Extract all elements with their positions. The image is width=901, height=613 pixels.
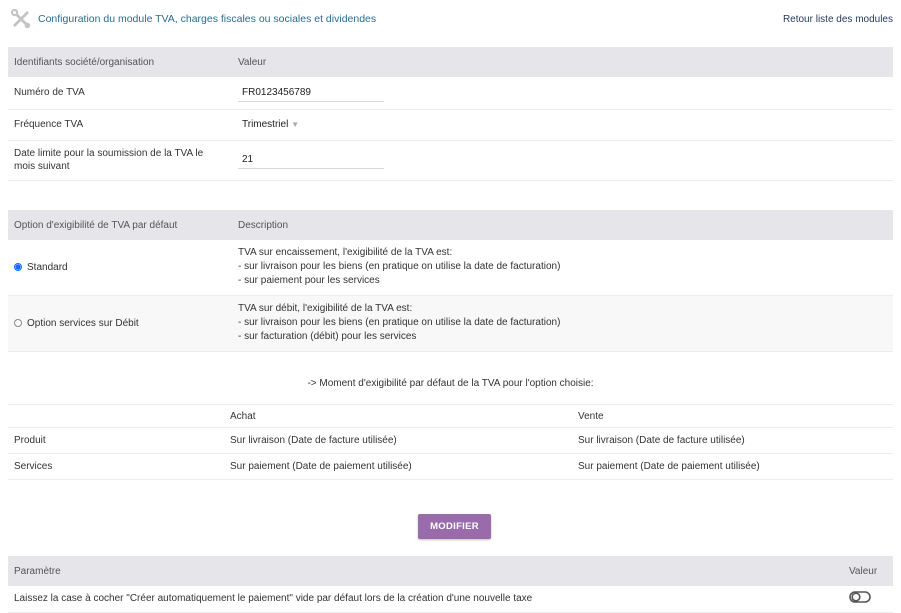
cell-vente: Sur paiement (Date de paiement utilisée) xyxy=(572,453,893,480)
vat-option-table: Option d'exigibilité de TVA par défaut D… xyxy=(8,210,893,352)
page-title: Configuration du module TVA, charges fis… xyxy=(38,13,377,25)
description-line: - sur paiement pour les services xyxy=(238,275,380,287)
tools-icon xyxy=(10,8,31,29)
vat-moment-table: Achat Vente Produit Sur livraison (Date … xyxy=(8,404,893,480)
column-header: Valeur xyxy=(849,565,878,577)
field-label: Date limite pour la soumission de la TVA… xyxy=(8,140,232,181)
table-header: Achat Vente xyxy=(8,404,893,428)
description-line: TVA sur encaissement, l'exigibilité de l… xyxy=(238,247,453,259)
table-header: Paramètre Valeur xyxy=(8,556,893,586)
vat-frequency-select[interactable]: Trimestriel ▼ xyxy=(238,116,303,133)
column-header: Option d'exigibilité de TVA par défaut xyxy=(14,219,178,231)
moment-description: -> Moment d'exigibilité par défaut de la… xyxy=(307,378,594,389)
radio-button-unchecked[interactable] xyxy=(14,318,22,327)
table-row: Produit Sur livraison (Date de facture u… xyxy=(8,427,893,454)
column-header: Description xyxy=(238,219,289,231)
cell-achat: Sur paiement (Date de paiement utilisée) xyxy=(224,453,572,480)
vat-frequency-row: Fréquence TVA Trimestriel ▼ xyxy=(8,109,893,141)
option-label: Standard xyxy=(27,261,68,273)
option-standard[interactable]: Standard xyxy=(8,240,232,296)
column-header: Paramètre xyxy=(14,565,61,577)
vat-number-input[interactable]: FR0123456789 xyxy=(238,84,384,102)
option-row-debit: Option services sur Débit TVA sur débit,… xyxy=(8,295,893,352)
cell-vente: Sur livraison (Date de facture utilisée) xyxy=(572,427,893,454)
radio-button-checked[interactable] xyxy=(14,262,22,271)
option-label: Option services sur Débit xyxy=(27,317,139,329)
option-debit[interactable]: Option services sur Débit xyxy=(8,295,232,352)
option-row-standard: Standard TVA sur encaissement, l'exigibi… xyxy=(8,240,893,296)
parameter-label: Laissez la case à cocher "Créer automati… xyxy=(8,586,843,613)
column-header: Identifiants société/organisation xyxy=(14,56,155,68)
row-label: Services xyxy=(8,453,224,480)
back-to-modules-link[interactable]: Retour liste des modules xyxy=(783,14,893,25)
table-header: Option d'exigibilité de TVA par défaut D… xyxy=(8,210,893,240)
column-header-empty xyxy=(8,404,224,428)
parameters-table: Paramètre Valeur Laissez la case à coche… xyxy=(8,556,893,613)
description-line: - sur livraison pour les biens (en prati… xyxy=(238,317,561,328)
vat-deadline-input[interactable]: 21 xyxy=(238,151,384,169)
table-row: Services Sur paiement (Date de paiement … xyxy=(8,453,893,480)
modify-button[interactable]: MODIFIER xyxy=(418,514,491,539)
field-label: Numéro de TVA xyxy=(8,77,232,110)
row-label: Produit xyxy=(8,427,224,454)
field-label: Fréquence TVA xyxy=(8,109,232,141)
table-header: Identifiants société/organisation Valeur xyxy=(8,47,893,77)
cell-achat: Sur livraison (Date de facture utilisée) xyxy=(224,427,572,454)
caret-down-icon: ▼ xyxy=(291,120,300,129)
column-header: Achat xyxy=(224,404,572,428)
description-line: - sur facturation (débit) pour les servi… xyxy=(238,331,417,342)
column-header: Valeur xyxy=(238,56,267,68)
description-line: TVA sur débit, l'exigibilité de la TVA e… xyxy=(238,303,413,314)
vat-number-row: Numéro de TVA FR0123456789 xyxy=(8,77,893,110)
company-identifiers-table: Identifiants société/organisation Valeur… xyxy=(8,47,893,181)
toggle-off-icon[interactable] xyxy=(849,591,871,604)
column-header: Vente xyxy=(572,404,893,428)
page-header: Configuration du module TVA, charges fis… xyxy=(8,6,893,32)
select-value: Trimestriel xyxy=(242,119,289,130)
description-line: - sur livraison pour les biens (en prati… xyxy=(238,261,561,273)
parameter-row: Laissez la case à cocher "Créer automati… xyxy=(8,586,893,613)
vat-deadline-row: Date limite pour la soumission de la TVA… xyxy=(8,140,893,181)
